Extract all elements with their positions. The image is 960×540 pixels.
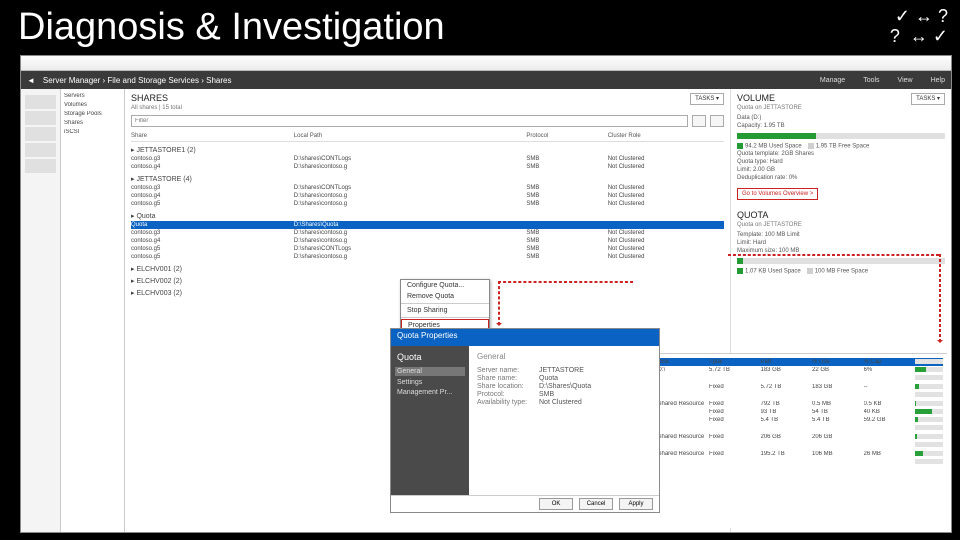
quota-bar [737, 258, 945, 264]
filter-chip-2[interactable] [710, 115, 724, 127]
volume-heading: VOLUME [737, 93, 802, 103]
ctx-remove-quota[interactable]: Remove Quota [401, 291, 489, 302]
volume-kv: Deduplication rate: 0% [737, 175, 945, 183]
ctx-configure-quota[interactable]: Configure Quota... [401, 280, 489, 291]
arrow-2 [498, 281, 633, 283]
dialog-kv: Protocol:SMB [477, 391, 651, 398]
dialog-title: Quota Properties [391, 329, 659, 346]
shares-heading: SHARES [131, 93, 182, 103]
share-row-selected[interactable]: QuotaD:\Shares\Quota [131, 221, 724, 229]
menu-manage[interactable]: Manage [820, 77, 845, 84]
share-group[interactable]: ▸ Quota [131, 212, 724, 220]
dialog-kv: Share name:Quota [477, 375, 651, 382]
quota-legend: 1.07 KB Used Space 100 MB Free Space [737, 268, 945, 275]
nav-servers[interactable]: Servers [64, 93, 121, 99]
corner-marks: ✓ ↔ ? ? ↔ ✓ [890, 6, 948, 46]
arrow-2b [498, 281, 500, 325]
nav-settings[interactable]: Settings [397, 379, 463, 386]
filter-chip-1[interactable] [692, 115, 706, 127]
dialog-kv: Share location:D:\Shares\Quota [477, 383, 651, 390]
cancel-button[interactable]: Cancel [579, 498, 613, 510]
capacity-bar [737, 133, 945, 139]
quota-kv: Template: 100 MB Limit [737, 232, 945, 240]
shares-columns: Share Local Path Protocol Cluster Role [131, 131, 724, 142]
arrow-1b [939, 254, 941, 342]
share-row[interactable]: contoso.g3D:\shares\CONTLogsSMBNot Clust… [131, 184, 724, 192]
share-group[interactable]: ▸ ELCHV001 (2) [131, 265, 724, 273]
volume-kv: Quota type: Hard [737, 159, 945, 167]
volume-sub: Quota on JETTASTORE [737, 105, 802, 111]
dialog-side-header: Quota [397, 352, 463, 362]
section-heading: General [477, 352, 651, 361]
share-row[interactable]: contoso.g5D:\shares\contoso.gSMBNot Clus… [131, 200, 724, 208]
share-group[interactable]: ▸ JETTASTORE (4) [131, 175, 724, 183]
nav-general[interactable]: General [395, 367, 465, 376]
volume-kv: Limit: 2.00 GB [737, 167, 945, 175]
apply-button[interactable]: Apply [619, 498, 653, 510]
share-row[interactable]: contoso.g5D:\shares\contoso.gSMBNot Clus… [131, 253, 724, 261]
share-row[interactable]: contoso.g5D:\shares\CONTLogsSMBNot Clust… [131, 245, 724, 253]
dialog-side-nav: Quota General Settings Management Pr... [391, 346, 469, 495]
breadcrumb-bar: ◄ Server Manager › File and Storage Serv… [21, 71, 951, 89]
volumes-overview-link[interactable]: Go to Volumes Overview > [737, 188, 818, 200]
context-menu: Configure Quota... Remove Quota Stop Sha… [400, 279, 490, 333]
share-row[interactable]: contoso.g3D:\shares\contoso.gSMBNot Clus… [131, 229, 724, 237]
share-row[interactable]: contoso.g4D:\shares\contoso.gSMBNot Clus… [131, 163, 724, 171]
nav-iscsi[interactable]: iSCSI [64, 129, 121, 135]
quota-properties-dialog: Quota Properties Quota General Settings … [390, 328, 660, 513]
quota-sub: Quota on JETTASTORE [737, 222, 945, 228]
ok-button[interactable]: OK [539, 498, 573, 510]
share-row[interactable]: contoso.g4D:\shares\contoso.gSMBNot Clus… [131, 192, 724, 200]
nav-back-icon[interactable]: ◄ [27, 76, 35, 85]
quota-heading: QUOTA [737, 210, 945, 220]
share-group[interactable]: ▸ JETTASTORE1 (2) [131, 146, 724, 154]
menu-help[interactable]: Help [931, 77, 945, 84]
window-titlebar [21, 56, 951, 71]
capacity-legend: 94.2 MB Used Space 1.95 TB Free Space [737, 143, 945, 150]
dialog-content: General Server name:JETTASTOREShare name… [469, 346, 659, 495]
ctx-stop-sharing[interactable]: Stop Sharing [401, 305, 489, 316]
nav-pools[interactable]: Storage Pools [64, 111, 121, 117]
nav-volumes[interactable]: Volumes [64, 102, 121, 108]
filter-input[interactable] [131, 115, 688, 127]
share-row[interactable]: contoso.g4D:\shares\contoso.gSMBNot Clus… [131, 237, 724, 245]
tasks-dropdown[interactable]: TASKS ▾ [690, 93, 724, 105]
menu-view[interactable]: View [898, 77, 913, 84]
left-nav: Servers Volumes Storage Pools Shares iSC… [61, 89, 125, 532]
dialog-kv: Availability type:Not Clustered [477, 399, 651, 406]
dialog-footer: OK Cancel Apply [391, 495, 659, 512]
nav-management[interactable]: Management Pr... [397, 389, 463, 396]
share-row[interactable]: contoso.g3D:\shares\CONTLogsSMBNot Clust… [131, 155, 724, 163]
dialog-kv: Server name:JETTASTORE [477, 367, 651, 374]
volume-tasks[interactable]: TASKS ▾ [911, 93, 945, 105]
menu-tools[interactable]: Tools [863, 77, 879, 84]
breadcrumb[interactable]: Server Manager › File and Storage Servic… [43, 76, 232, 85]
slide-title: Diagnosis & Investigation [18, 6, 445, 49]
arrow-1 [728, 254, 939, 256]
volume-label: Data (D:) [737, 115, 945, 123]
volume-capacity: Capacity: 1.95 TB [737, 123, 945, 131]
nav-shares[interactable]: Shares [64, 120, 121, 126]
shares-sub: All shares | 15 total [131, 105, 182, 111]
quota-kv: Limit: Hard [737, 240, 945, 248]
left-rail [21, 89, 61, 532]
volume-kv: Quota template: 2GB Shares [737, 151, 945, 159]
